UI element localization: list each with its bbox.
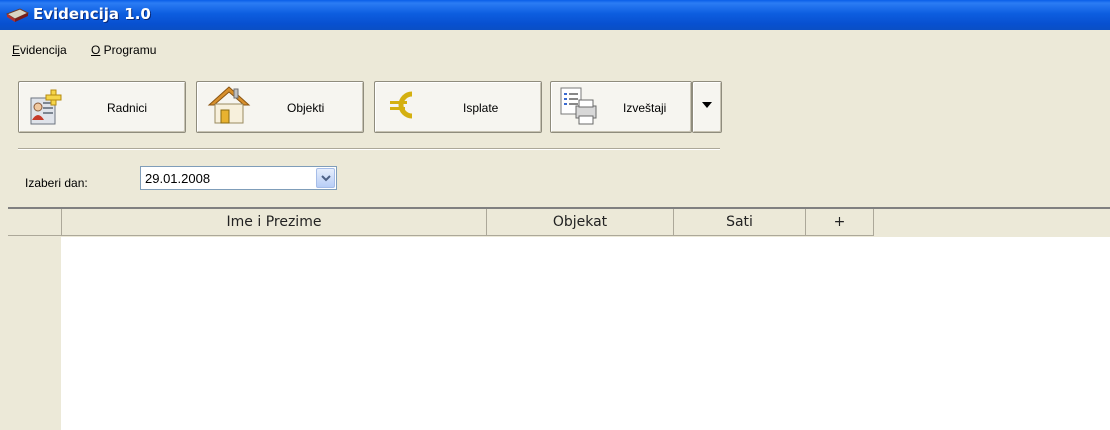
isplate-button[interactable]: Isplate <box>374 81 542 133</box>
column-header-plus[interactable]: + <box>806 209 874 236</box>
column-header-objekat[interactable]: Objekat <box>487 209 674 236</box>
window-title: Evidencija 1.0 <box>33 5 151 23</box>
date-picker[interactable]: 29.01.2008 <box>140 166 337 190</box>
isplate-label: Isplate <box>463 101 499 115</box>
izvestaji-label: Izveštaji <box>623 101 667 115</box>
dropdown-arrow-icon <box>702 102 712 108</box>
izvestaji-button[interactable]: Izveštaji <box>550 81 692 133</box>
data-grid[interactable]: Ime i Prezime Objekat Sati + <box>8 209 1110 430</box>
house-icon <box>207 86 251 124</box>
menu-bar: Evidencija O Programu <box>0 40 1110 60</box>
radnici-label: Radnici <box>107 101 148 115</box>
euro-icon <box>390 91 413 119</box>
chevron-down-icon <box>321 175 331 182</box>
menu-o-programu[interactable]: O Programu <box>91 43 156 57</box>
row-header-column <box>8 209 61 430</box>
radnici-button[interactable]: Radnici <box>18 81 186 133</box>
column-header-sati[interactable]: Sati <box>674 209 806 236</box>
objekti-label: Objekti <box>287 101 325 115</box>
date-dropdown-button[interactable] <box>316 168 335 188</box>
title-bar[interactable]: Evidencija 1.0 <box>0 0 1110 30</box>
menu-evidencija[interactable]: Evidencija <box>12 43 67 57</box>
date-value: 29.01.2008 <box>145 171 211 186</box>
toolbar-separator <box>18 148 720 150</box>
column-header-ime-prezime[interactable]: Ime i Prezime <box>62 209 487 236</box>
izvestaji-dropdown-button[interactable] <box>692 81 722 133</box>
date-label: Izaberi dan: <box>25 176 88 190</box>
grid-header-row: Ime i Prezime Objekat Sati + <box>8 209 1110 237</box>
objekti-button[interactable]: Objekti <box>196 81 364 133</box>
add-worker-icon <box>30 89 62 125</box>
corner-header-cell[interactable] <box>8 209 62 236</box>
print-report-icon <box>560 87 597 125</box>
app-icon <box>6 8 30 22</box>
